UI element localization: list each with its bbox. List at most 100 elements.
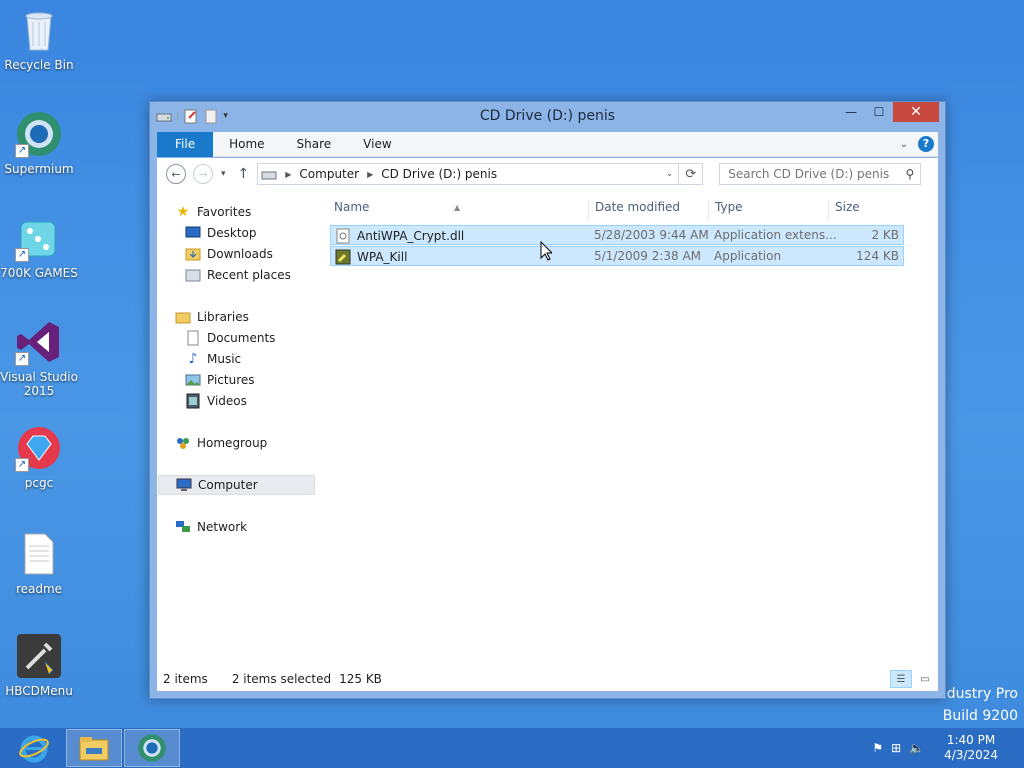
supermium-icon: ↗ <box>15 110 63 158</box>
taskbar-supermium[interactable] <box>124 729 180 767</box>
back-button[interactable]: ← <box>166 164 186 184</box>
search-input[interactable] <box>728 167 899 181</box>
column-header-date[interactable]: Date modified <box>588 200 708 220</box>
desktop-icon-label: Recycle Bin <box>4 58 74 72</box>
nav-computer[interactable]: Computer <box>158 475 315 495</box>
computer-icon <box>176 477 192 493</box>
volume-muted-icon[interactable]: 🔈 <box>909 741 924 755</box>
desktop-icon-label: HBCDMenu <box>5 684 73 698</box>
desktop-icon <box>185 225 201 241</box>
column-header-size[interactable]: Size <box>828 200 904 220</box>
action-center-flag-icon[interactable]: ⚑ <box>872 741 883 755</box>
shortcut-arrow-icon: ↗ <box>15 248 29 262</box>
desktop-icon-label: readme <box>15 582 63 596</box>
dice-icon: ↗ <box>15 214 63 262</box>
nav-desktop[interactable]: Desktop <box>185 223 342 243</box>
desktop-icon-visual-studio[interactable]: ↗ Visual Studio 2015 <box>0 318 78 398</box>
expand-ribbon-icon[interactable]: ⌄ <box>900 139 908 150</box>
nav-pictures[interactable]: Pictures <box>185 370 342 390</box>
desktop-icon-supermium[interactable]: ↗ Supermium <box>0 110 78 176</box>
desktop-icon-700k-games[interactable]: ↗ 700K GAMES <box>0 214 78 280</box>
clock[interactable]: 1:40 PM 4/3/2024 <box>944 733 998 763</box>
tools-icon <box>15 632 63 680</box>
gem-icon: ↗ <box>15 424 63 472</box>
desktop-icon-label: pcgc <box>24 476 54 490</box>
nav-music[interactable]: ♪ Music <box>185 349 342 369</box>
desktop-icon-label: Visual Studio 2015 <box>0 370 78 398</box>
sort-ascending-icon: ▲ <box>454 203 461 212</box>
taskbar-file-explorer[interactable] <box>66 729 122 767</box>
desktop-icon-recycle-bin[interactable]: Recycle Bin <box>0 6 78 72</box>
nav-downloads[interactable]: Downloads <box>185 244 342 264</box>
desktop-icon-label: 700K GAMES <box>0 266 78 280</box>
minimize-button[interactable]: — <box>837 102 865 122</box>
shortcut-arrow-icon: ↗ <box>15 144 29 158</box>
watermark: ndustry Pro Build 9200 <box>937 686 1018 724</box>
refresh-button[interactable]: ⟳ <box>679 163 704 185</box>
column-header-type[interactable]: Type <box>708 200 828 220</box>
nav-recent-places[interactable]: Recent places <box>185 265 342 285</box>
star-icon: ★ <box>176 204 190 220</box>
music-icon: ♪ <box>188 351 198 367</box>
tab-share[interactable]: Share <box>281 132 348 157</box>
breadcrumb-chevron-icon[interactable]: ▶ <box>359 170 373 179</box>
homegroup-icon <box>175 435 191 451</box>
search-box[interactable]: ⚲ <box>719 163 922 185</box>
tab-home[interactable]: Home <box>213 132 280 157</box>
taskbar: ⚑ ⊞ 🔈 1:40 PM 4/3/2024 <box>0 728 1024 768</box>
breadcrumb-chevron-icon[interactable]: ▶ <box>277 170 291 179</box>
help-icon[interactable]: ? <box>918 136 934 152</box>
shortcut-arrow-icon: ↗ <box>15 352 29 366</box>
desktop-icon-readme[interactable]: readme <box>0 530 78 596</box>
breadcrumb-cd-drive[interactable]: CD Drive (D:) penis <box>373 167 497 181</box>
desktop-icon-pcgc[interactable]: ↗ pcgc <box>0 424 78 490</box>
maximize-button[interactable]: ☐ <box>865 102 893 122</box>
tab-file[interactable]: File <box>157 131 214 157</box>
desktop-icon-hbcdmenu[interactable]: HBCDMenu <box>0 632 78 698</box>
item-count: 2 items <box>163 672 208 686</box>
address-bar[interactable]: ▶ Computer ▶ CD Drive (D:) penis ⌄ <box>257 163 680 185</box>
nav-documents[interactable]: Documents <box>185 328 342 348</box>
explorer-window: | ▾ CD Drive (D:) penis — ☐ ✕ File Home … <box>149 101 946 699</box>
nav-network[interactable]: Network <box>175 517 332 537</box>
navigation-pane: ★ Favorites Desktop Downloads Recent pla… <box>157 190 317 667</box>
forward-button[interactable]: → <box>193 164 213 184</box>
taskbar-internet-explorer[interactable] <box>6 729 62 767</box>
title-bar[interactable]: | ▾ CD Drive (D:) penis — ☐ ✕ <box>150 102 945 131</box>
system-tray: ⚑ ⊞ 🔈 1:40 PM 4/3/2024 <box>872 733 1024 763</box>
content-area: ★ Favorites Desktop Downloads Recent pla… <box>157 190 938 691</box>
nav-homegroup[interactable]: Homegroup <box>175 433 332 453</box>
details-view-button[interactable]: ☰ <box>890 670 912 688</box>
status-bar: 2 items 2 items selected 125 KB ☰ ▭ <box>157 667 938 691</box>
network-tray-icon[interactable]: ⊞ <box>891 741 901 755</box>
documents-icon <box>185 330 201 346</box>
desktop-icon-label: Supermium <box>4 162 74 176</box>
mouse-cursor-icon <box>540 241 552 261</box>
libraries-icon <box>175 309 191 325</box>
window-controls: — ☐ ✕ <box>837 102 939 122</box>
pictures-icon <box>185 372 201 388</box>
address-dropdown-icon[interactable]: ⌄ <box>666 169 679 179</box>
network-icon <box>175 519 191 535</box>
file-date: 5/1/2009 2:38 AM <box>594 249 702 263</box>
application-icon <box>335 249 351 265</box>
tab-view[interactable]: View <box>347 132 407 157</box>
column-header-name[interactable]: Name ▲ <box>334 200 588 220</box>
file-size: 124 KB <box>856 249 899 263</box>
file-type: Application extens... <box>714 228 837 242</box>
up-button[interactable]: ↑ <box>238 166 250 182</box>
file-row[interactable]: WPA_Kill 5/1/2009 2:38 AM Application 12… <box>330 246 904 266</box>
nav-videos[interactable]: Videos <box>185 391 342 411</box>
recent-locations-chevron-icon[interactable]: ▾ <box>221 169 226 179</box>
drive-icon <box>261 171 277 180</box>
file-row[interactable]: AntiWPA_Crypt.dll 5/28/2003 9:44 AM Appl… <box>330 225 904 245</box>
breadcrumb-computer[interactable]: Computer <box>291 167 359 181</box>
ribbon-tabs: File Home Share View ⌄ ? <box>157 131 938 157</box>
nav-libraries[interactable]: Libraries <box>175 307 332 327</box>
clock-time: 1:40 PM <box>946 733 996 747</box>
file-date: 5/28/2003 9:44 AM <box>594 228 709 242</box>
close-button[interactable]: ✕ <box>893 102 939 122</box>
large-icons-view-button[interactable]: ▭ <box>914 670 936 688</box>
search-icon[interactable]: ⚲ <box>905 167 920 181</box>
nav-favorites[interactable]: ★ Favorites <box>175 202 332 222</box>
